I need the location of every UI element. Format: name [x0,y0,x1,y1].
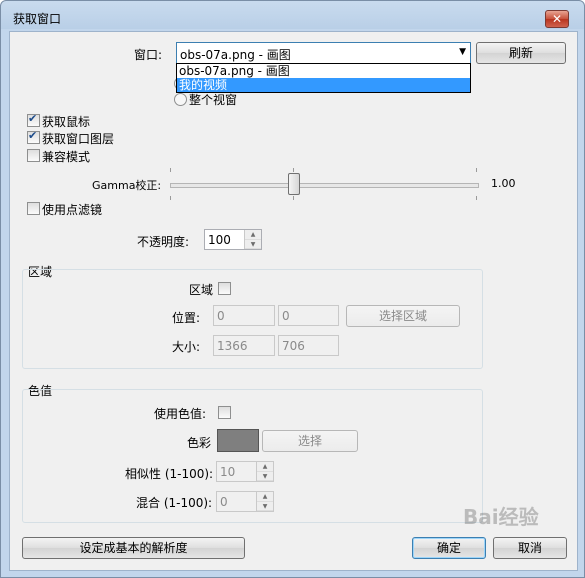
stepper-up-icon[interactable]: ▲ [257,462,273,472]
select-color-button[interactable]: 选择 [262,430,358,452]
capture-mouse-label: 获取鼠标 [42,115,91,129]
stepper-down-icon[interactable]: ▼ [257,501,273,511]
color-swatch[interactable] [217,429,259,452]
close-button[interactable]: ✕ [545,10,569,28]
blend-input[interactable]: 0 ▲ ▼ [216,491,274,512]
slider-tick [476,196,477,200]
stepper-up-icon[interactable]: ▲ [257,492,273,502]
height-input[interactable]: 706 [278,335,339,356]
blend-value: 0 [220,495,228,509]
title-bar[interactable]: 获取窗口 ✕ [1,1,584,31]
window-label: 窗口: [134,48,163,62]
cancel-button[interactable]: 取消 [493,537,567,559]
capture-layered-checkbox[interactable] [27,129,40,144]
opacity-value: 100 [208,233,231,247]
compat-mode-checkbox[interactable] [27,149,40,162]
opacity-stepper[interactable]: ▲ ▼ [244,230,261,249]
point-filter-checkbox[interactable] [27,202,40,215]
blend-label: 混合 (1-100): [136,496,213,510]
watermark: Bai经验 [463,505,539,529]
compat-mode-label: 兼容模式 [42,150,91,164]
stepper-down-icon[interactable]: ▼ [257,471,273,481]
window-combobox-value: obs-07a.png - 画图 [180,48,291,62]
window-combobox[interactable]: obs-07a.png - 画图 ▼ [176,42,471,64]
full-window-radio[interactable] [174,93,187,106]
opacity-input[interactable]: 100 ▲ ▼ [204,229,262,250]
similarity-label: 相似性 (1-100): [125,467,214,481]
position-x-input[interactable]: 0 [213,305,275,326]
point-filter-label: 使用点滤镜 [42,203,103,217]
chevron-down-icon[interactable]: ▼ [459,47,466,57]
gamma-slider-thumb[interactable] [288,173,300,195]
similarity-input[interactable]: 10 ▲ ▼ [216,461,274,482]
gamma-label: Gamma校正: [92,179,162,192]
slider-tick [170,168,171,172]
use-color-checkbox[interactable] [218,406,231,419]
select-region-button[interactable]: 选择区域 [346,305,460,327]
gamma-slider-track[interactable] [170,183,479,188]
dialog-body: 窗口: obs-07a.png - 画图 ▼ 刷新 区 整个视窗 obs-07a… [9,31,578,571]
window-title: 获取窗口 [13,12,62,26]
size-label: 大小: [172,340,201,354]
capture-layered-label: 获取窗口图层 [42,132,115,146]
width-input[interactable]: 1366 [213,335,275,356]
refresh-button[interactable]: 刷新 [476,42,566,64]
gamma-value: 1.00 [491,177,516,190]
capture-window-dialog: 获取窗口 ✕ 窗口: obs-07a.png - 画图 ▼ 刷新 区 整个视窗 … [0,0,585,578]
color-label: 色彩 [187,436,212,450]
dropdown-option-selected[interactable]: 我的视频 [177,78,470,92]
stepper-down-icon[interactable]: ▼ [245,239,261,249]
use-color-label: 使用色值: [154,407,207,421]
region-enable-label: 区域 [189,283,214,297]
window-dropdown-list: obs-07a.png - 画图 我的视频 [176,63,471,93]
stepper-up-icon[interactable]: ▲ [245,230,261,240]
slider-tick [293,168,294,172]
capture-mouse-checkbox[interactable] [27,112,40,127]
slider-tick [170,196,171,200]
opacity-label: 不透明度: [137,235,190,249]
slider-tick [476,168,477,172]
region-enable-checkbox[interactable] [218,282,231,295]
ok-button[interactable]: 确定 [412,537,486,559]
dropdown-option[interactable]: obs-07a.png - 画图 [177,64,470,78]
position-y-input[interactable]: 0 [278,305,339,326]
blend-stepper[interactable]: ▲ ▼ [256,492,273,511]
full-window-label: 整个视窗 [189,93,238,107]
similarity-value: 10 [220,465,236,479]
similarity-stepper[interactable]: ▲ ▼ [256,462,273,481]
position-label: 位置: [172,311,201,325]
slider-tick [293,196,294,200]
close-icon[interactable]: ✕ [552,12,562,26]
set-base-resolution-button[interactable]: 设定成基本的解析度 [22,537,245,559]
